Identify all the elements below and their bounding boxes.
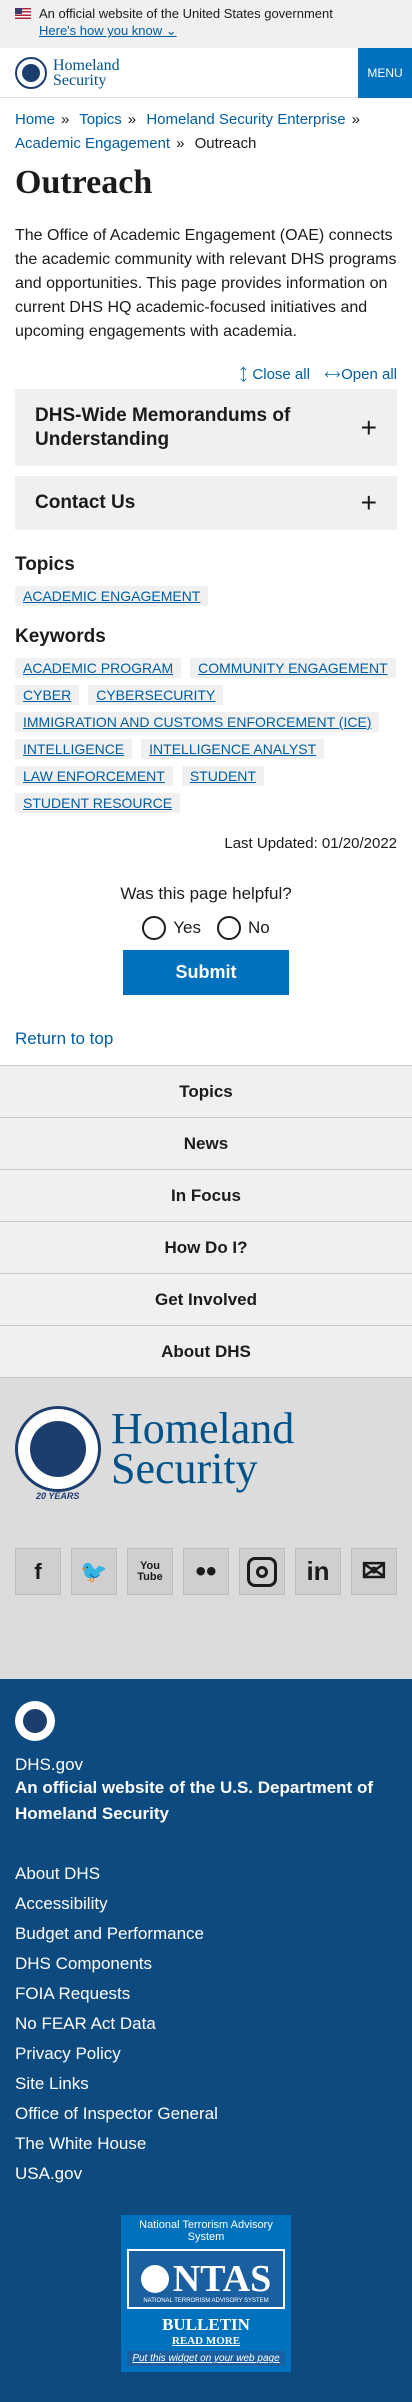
facebook-icon[interactable]: f <box>15 1548 61 1595</box>
accordion-contact-us[interactable]: Contact Us + <box>15 476 397 530</box>
keyword-tag[interactable]: INTELLIGENCE ANALYST <box>141 739 325 759</box>
footer-link-usa-gov[interactable]: USA.gov <box>15 2164 82 2183</box>
footer-link-components[interactable]: DHS Components <box>15 1954 152 1973</box>
collapse-icon: ⤡ <box>233 364 254 385</box>
footer-link-accessibility[interactable]: Accessibility <box>15 1894 108 1913</box>
footer-dark: DHS.gov An official website of the U.S. … <box>0 1679 412 2402</box>
ntas-read-more[interactable]: READ MORE <box>127 2335 285 2347</box>
keywords-list: ACADEMIC PROGRAM COMMUNITY ENGAGEMENT CY… <box>0 658 412 813</box>
keywords-heading: Keywords <box>15 626 106 647</box>
footer-link-foia[interactable]: FOIA Requests <box>15 1984 130 2003</box>
plus-icon: + <box>360 487 377 518</box>
plus-icon: + <box>360 411 377 443</box>
intro-text: The Office of Academic Engagement (OAE) … <box>15 227 397 340</box>
breadcrumb-hse[interactable]: Homeland Security Enterprise <box>146 111 345 128</box>
footer-nav-in-focus[interactable]: In Focus <box>0 1169 412 1221</box>
keyword-tag[interactable]: STUDENT <box>181 766 264 786</box>
footer-link-privacy[interactable]: Privacy Policy <box>15 2044 121 2063</box>
twitter-icon[interactable]: 🐦 <box>71 1548 117 1595</box>
ntas-put-widget-link[interactable]: Put this widget on your web page <box>127 2351 285 2366</box>
page-title: Outreach <box>15 164 153 201</box>
keyword-tag[interactable]: INTELLIGENCE <box>15 739 133 759</box>
keyword-tag[interactable]: CYBERSECURITY <box>88 685 224 705</box>
footer-link-oig[interactable]: Office of Inspector General <box>15 2104 218 2123</box>
feedback-form: Was this page helpful? Yes No Submit <box>0 852 412 995</box>
gov-banner: An official website of the United States… <box>0 0 412 48</box>
social-links: f 🐦 You Tube •• in ✉ <box>15 1548 397 1595</box>
last-updated: Last Updated: 01/20/2022 <box>224 835 397 852</box>
breadcrumb-topics[interactable]: Topics <box>79 111 122 128</box>
youtube-icon[interactable]: You Tube <box>127 1548 173 1595</box>
footer-nav-get-involved[interactable]: Get Involved <box>0 1273 412 1325</box>
menu-button[interactable]: MENU <box>358 47 412 98</box>
keyword-tag[interactable]: STUDENT RESOURCE <box>15 793 181 813</box>
instagram-icon[interactable] <box>239 1548 285 1595</box>
dhs-seal-icon <box>15 1701 55 1741</box>
ntas-widget[interactable]: National Terrorism Advisory System NTAS … <box>121 2215 291 2372</box>
return-to-top-link[interactable]: Return to top <box>0 995 412 1065</box>
heres-how-link[interactable]: Here's how you know ⌄ <box>39 23 397 39</box>
keyword-tag[interactable]: COMMUNITY ENGAGEMENT <box>190 658 396 678</box>
footer-nav: Topics News In Focus How Do I? Get Invol… <box>0 1065 412 1377</box>
footer-link-about-dhs[interactable]: About DHS <box>15 1864 100 1883</box>
keyword-tag[interactable]: ACADEMIC PROGRAM <box>15 658 182 678</box>
footer-link-white-house[interactable]: The White House <box>15 2134 146 2153</box>
dhs-logo[interactable]: Homeland Security <box>15 56 120 89</box>
footer-links: About DHS Accessibility Budget and Perfo… <box>15 1859 397 2189</box>
expand-icon: ⤢ <box>321 364 343 385</box>
us-flag-icon <box>15 8 31 19</box>
keyword-tag[interactable]: CYBER <box>15 685 80 705</box>
no-radio[interactable]: No <box>217 916 270 940</box>
breadcrumb-home[interactable]: Home <box>15 111 55 128</box>
official-text: An official website of the United States… <box>39 6 333 21</box>
breadcrumb-current: Outreach <box>194 135 257 152</box>
flickr-icon[interactable]: •• <box>183 1548 229 1595</box>
accordion-mou[interactable]: DHS-Wide Memorandums of Understanding + <box>15 389 397 466</box>
yes-radio[interactable]: Yes <box>142 916 201 940</box>
linkedin-icon[interactable]: in <box>295 1548 341 1595</box>
accordion-controls: ⤡Close all ⤢Open all <box>0 344 412 389</box>
footer-nav-news[interactable]: News <box>0 1117 412 1169</box>
breadcrumb-academic-engagement[interactable]: Academic Engagement <box>15 135 170 152</box>
footer-link-no-fear[interactable]: No FEAR Act Data <box>15 2014 156 2033</box>
topics-list: ACADEMIC ENGAGEMENT <box>0 586 412 606</box>
site-header: Homeland Security MENU <box>0 47 412 98</box>
breadcrumb: Home» Topics» Homeland Security Enterpri… <box>15 111 360 152</box>
footer-nav-how-do-i[interactable]: How Do I? <box>0 1221 412 1273</box>
site-name: DHS.gov <box>15 1755 84 1774</box>
keyword-tag[interactable]: IMMIGRATION AND CUSTOMS ENFORCEMENT (ICE… <box>15 712 380 732</box>
email-icon[interactable]: ✉ <box>351 1548 397 1595</box>
footer-link-site-links[interactable]: Site Links <box>15 2074 89 2093</box>
open-all-link[interactable]: ⤢Open all <box>322 364 397 385</box>
ntas-seal-icon <box>140 2265 169 2293</box>
official-site-text: An official website of the U.S. Departme… <box>15 1778 373 1823</box>
ntas-logo: NTAS NATIONAL TERRORISM ADVISORY SYSTEM <box>127 2249 285 2309</box>
topics-heading: Topics <box>15 554 75 575</box>
submit-button[interactable]: Submit <box>123 950 289 995</box>
dhs-20-years-seal-icon: 20 YEARS <box>15 1406 101 1501</box>
footer-brand: 20 YEARS Homeland Security f 🐦 You Tube ••… <box>0 1377 412 1679</box>
footer-link-budget[interactable]: Budget and Performance <box>15 1924 204 1943</box>
keyword-tag[interactable]: LAW ENFORCEMENT <box>15 766 173 786</box>
dhs-seal-icon <box>15 56 47 89</box>
feedback-question: Was this page helpful? <box>120 884 292 903</box>
close-all-link[interactable]: ⤡Close all <box>233 364 310 385</box>
topic-tag[interactable]: ACADEMIC ENGAGEMENT <box>15 586 209 606</box>
footer-nav-topics[interactable]: Topics <box>0 1065 412 1117</box>
footer-nav-about-dhs[interactable]: About DHS <box>0 1325 412 1377</box>
